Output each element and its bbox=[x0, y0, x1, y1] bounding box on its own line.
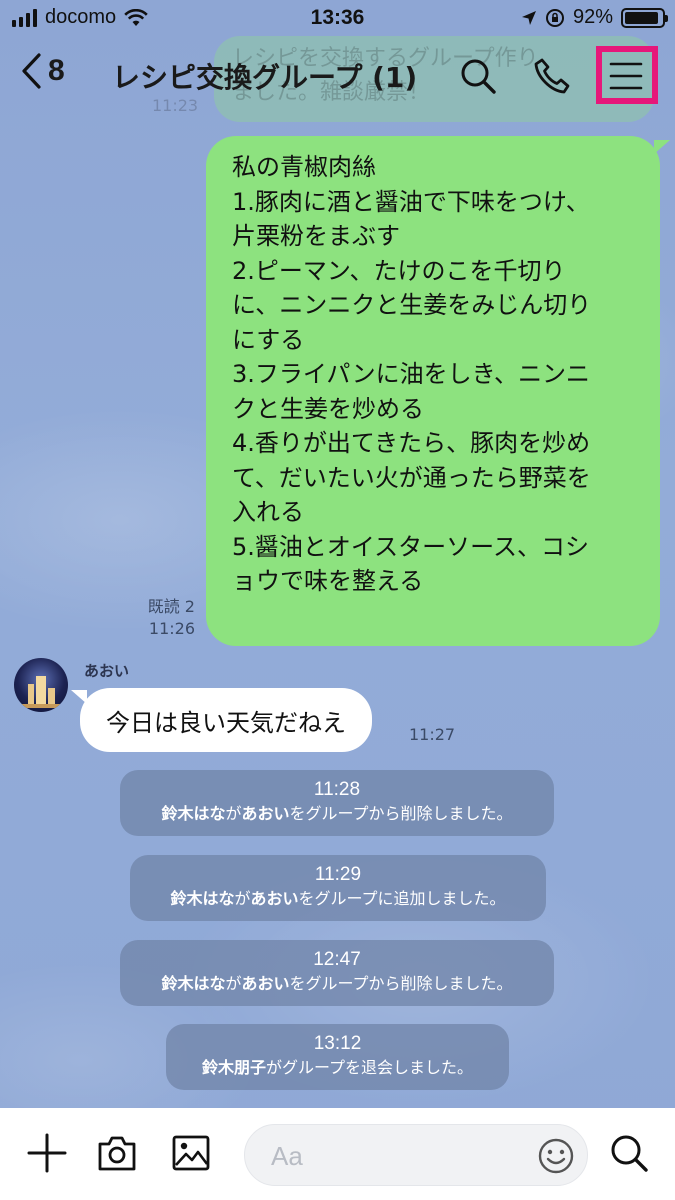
message-time: 11:27 bbox=[409, 725, 456, 744]
notice-time: 11:29 bbox=[314, 864, 362, 885]
call-button[interactable] bbox=[528, 52, 576, 100]
battery-level bbox=[625, 11, 659, 24]
message-line: 4.香りが出てきたら、豚肉を炒め bbox=[232, 429, 591, 457]
status-right: 92% bbox=[521, 6, 668, 29]
notice-text: 鈴木朋子がグループを退会しました。 bbox=[201, 1058, 474, 1077]
avatar[interactable] bbox=[14, 658, 68, 712]
message-line: 2.ピーマン、たけのこを千切り bbox=[232, 256, 566, 285]
message-line: にする bbox=[232, 325, 305, 354]
chat-header: 8 レシピ交換グループ (1) bbox=[0, 40, 675, 114]
message-line: クと生姜を炒める bbox=[232, 394, 424, 423]
image-button[interactable] bbox=[168, 1130, 214, 1176]
message-line: て、だいたい火が通ったら野菜を bbox=[232, 463, 591, 492]
system-notice: 11:29 鈴木はながあおいをグループに追加しました。 bbox=[130, 855, 546, 921]
add-button[interactable] bbox=[24, 1130, 70, 1176]
message-line: ョウで味を整える bbox=[232, 567, 424, 595]
search-icon bbox=[461, 59, 496, 94]
message-line: 片栗粉をまぶす bbox=[232, 222, 400, 250]
unread-count: 8 bbox=[48, 54, 65, 87]
plus-icon bbox=[27, 1133, 67, 1173]
chat-title[interactable]: レシピ交換グループ (1) bbox=[112, 56, 417, 96]
notice-time: 12:47 bbox=[313, 949, 361, 970]
read-count: 既読 2 bbox=[147, 597, 195, 616]
notice-text: 鈴木はながあおいをグループから削除しました。 bbox=[161, 974, 513, 993]
message-line: 1.豚肉に酒と醤油で下味をつけ、 bbox=[232, 187, 590, 216]
battery-icon bbox=[621, 7, 668, 28]
phone-icon bbox=[534, 58, 570, 94]
message-line: に、ニンニクと生姜をみじん切り bbox=[232, 291, 592, 319]
message-line: 5.醤油とオイスターソース、コシ bbox=[232, 532, 589, 561]
notice-text: 鈴木はながあおいをグループに追加しました。 bbox=[170, 889, 506, 908]
search-icon bbox=[611, 1135, 648, 1172]
outgoing-message-bubble[interactable]: 私の青椒肉絲 1.豚肉に酒と醤油で下味をつけ、 片栗粉をまぶす 2.ピーマン、た… bbox=[206, 136, 670, 646]
system-notice: 13:12 鈴木朋子がグループを退会しました。 bbox=[166, 1024, 509, 1090]
camera-icon bbox=[98, 1136, 136, 1171]
system-notice: 12:47 鈴木はながあおいをグループから削除しました。 bbox=[120, 940, 554, 1006]
emoji-button[interactable] bbox=[537, 1137, 575, 1175]
message-input[interactable] bbox=[271, 1137, 521, 1175]
notice-time: 11:28 bbox=[313, 779, 361, 800]
notice-time: 13:12 bbox=[313, 1033, 362, 1054]
image-icon bbox=[172, 1135, 210, 1171]
chevron-left-icon bbox=[22, 53, 41, 89]
message-line: 入れる bbox=[232, 498, 304, 526]
sent-time: 11:26 bbox=[148, 619, 195, 638]
notice-text: 鈴木はながあおいをグループから削除しました。 bbox=[161, 804, 513, 823]
sender-name: あおい bbox=[84, 662, 130, 680]
search-button[interactable] bbox=[454, 52, 502, 100]
message-field[interactable] bbox=[244, 1124, 588, 1186]
search-button-bottom[interactable] bbox=[606, 1130, 652, 1176]
rotation-lock-icon bbox=[545, 8, 564, 27]
status-bar: docomo 13:36 92% bbox=[0, 0, 675, 38]
incoming-message-bubble[interactable]: 今日は良い天気だねえ bbox=[71, 688, 372, 752]
read-receipt: 既読 2 11:26 bbox=[148, 596, 195, 640]
message-line: 3.フライパンに油をしき、ニンニ bbox=[232, 360, 590, 388]
menu-highlight-box bbox=[596, 46, 658, 104]
message-input-bar bbox=[0, 1108, 675, 1200]
location-icon bbox=[521, 10, 536, 25]
system-notice: 11:28 鈴木はながあおいをグループから削除しました。 bbox=[120, 770, 554, 836]
camera-button[interactable] bbox=[94, 1130, 140, 1176]
battery-percent: 92% bbox=[572, 6, 613, 28]
message-line: 私の青椒肉絲 bbox=[232, 153, 376, 181]
emoji-icon bbox=[538, 1138, 574, 1174]
message-text: 今日は良い天気だねえ bbox=[106, 708, 346, 737]
back-button[interactable]: 8 bbox=[20, 52, 65, 90]
